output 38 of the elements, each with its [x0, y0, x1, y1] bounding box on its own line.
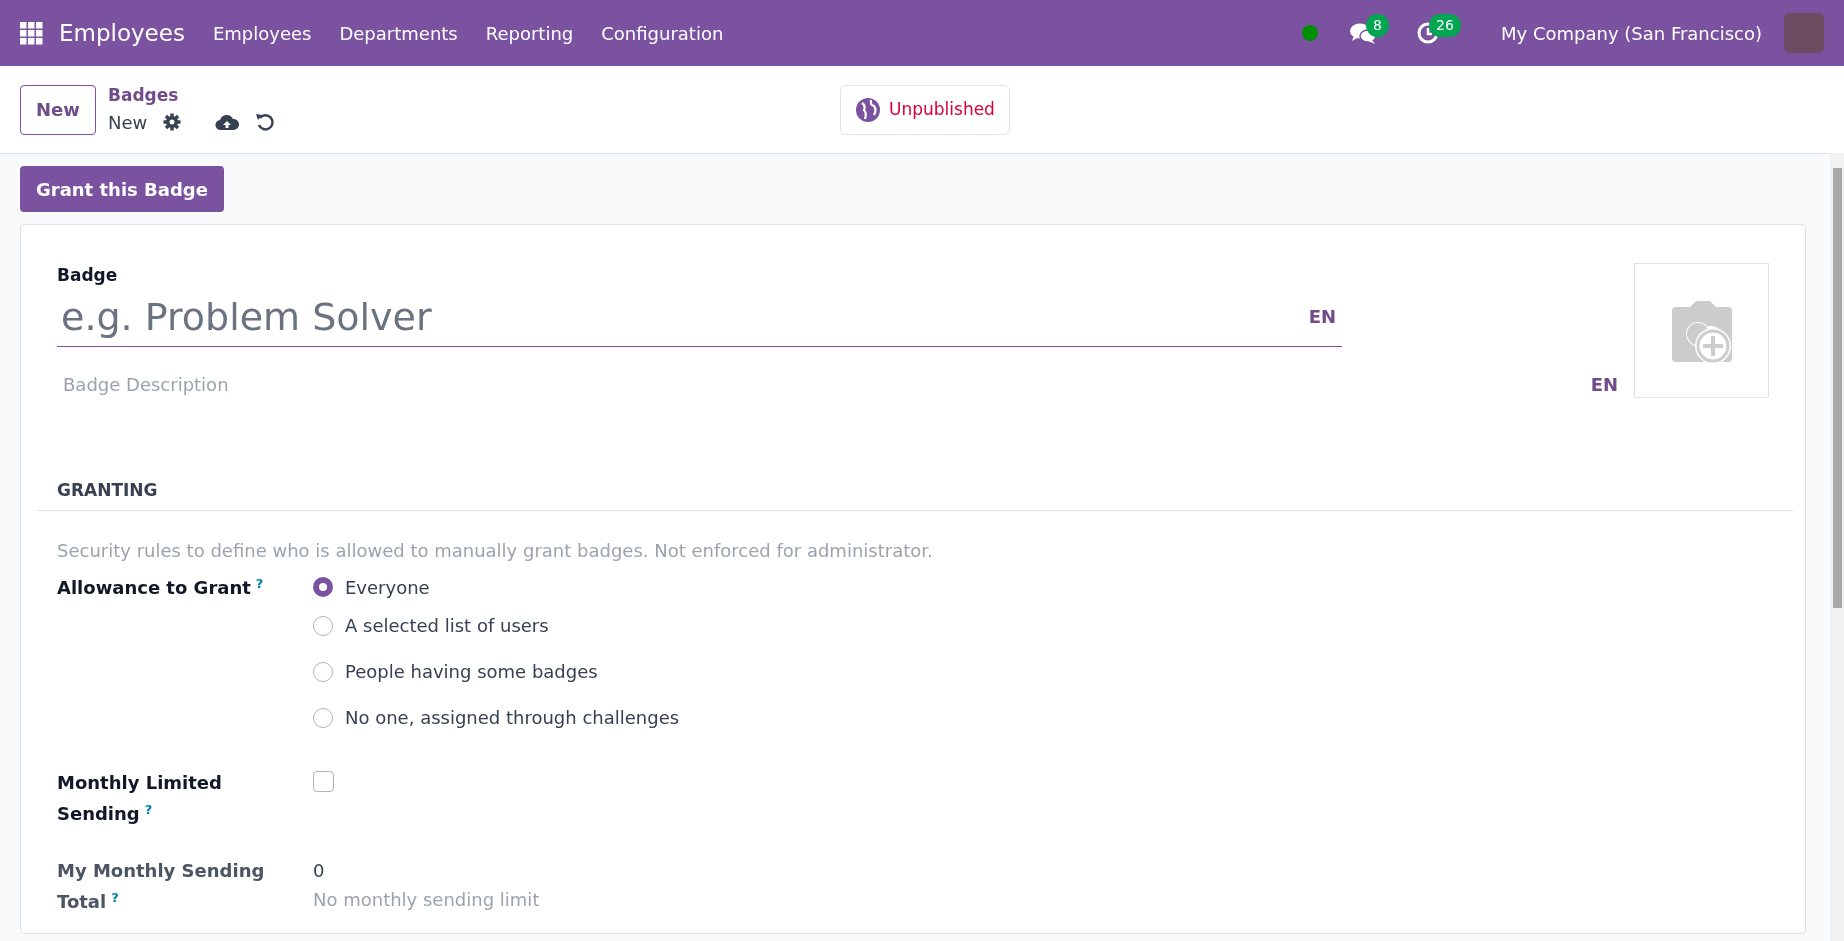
activity-count: 26	[1429, 14, 1461, 37]
company-name[interactable]: My Company (San Francisco)	[1487, 19, 1776, 47]
option-label[interactable]: A selected list of users	[345, 612, 549, 639]
field-note: No monthly sending limit	[313, 887, 540, 912]
field-label: Allowance to Grant $^{?}$	[57, 574, 264, 600]
breadcrumb-link[interactable]: Badges	[108, 83, 276, 109]
cloud-upload-icon[interactable]	[215, 113, 240, 132]
scrollbar-thumb[interactable]	[1832, 168, 1842, 608]
message-count: 8	[1366, 13, 1389, 37]
radio-button[interactable]	[313, 615, 333, 636]
settings-icon[interactable]	[163, 113, 182, 132]
menu-item[interactable]: Departments	[325, 19, 472, 47]
radio-button[interactable]	[313, 577, 333, 597]
radio-button[interactable]	[313, 661, 333, 682]
new-button[interactable]: New	[20, 84, 96, 135]
field-label: My Monthly Sending Total $^{?}$	[57, 858, 266, 914]
record-name: New	[108, 110, 148, 135]
section-heading: GRANTING	[37, 478, 1793, 511]
section-help-text: Security rules to define who is allowed to manually grant badges. Not enforced for administrator.	[57, 538, 933, 563]
undo-icon[interactable]	[255, 112, 276, 133]
menu-item[interactable]: Employees	[198, 19, 326, 47]
language-button[interactable]: EN	[1590, 370, 1618, 398]
field-value: 0	[313, 858, 326, 883]
radio-button[interactable]	[313, 707, 333, 728]
menu-item[interactable]: Reporting	[471, 19, 588, 47]
option-label[interactable]: Everyone	[345, 573, 430, 601]
app-name[interactable]: Employees	[59, 15, 185, 51]
app-menu-icon[interactable]	[20, 21, 43, 45]
option-label[interactable]: No one, assigned through challenges	[345, 704, 680, 731]
language-button[interactable]: EN	[1308, 302, 1336, 330]
option-label[interactable]: People having some badges	[345, 658, 598, 685]
grant-badge-button[interactable]: Grant this Badge	[20, 166, 224, 212]
checkbox[interactable]	[313, 770, 334, 792]
publish-status-button[interactable]: Unpublished	[840, 84, 1010, 135]
menu-item[interactable]: Configuration	[587, 19, 738, 47]
field-label: Badge	[57, 264, 119, 287]
presence-dot	[1302, 25, 1319, 41]
field-label: Monthly Limited Sending $^{?}$	[57, 770, 223, 826]
